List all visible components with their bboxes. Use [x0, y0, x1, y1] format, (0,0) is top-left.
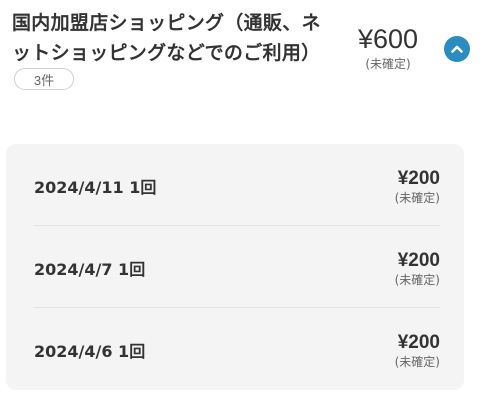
total-status: (未確定): [365, 57, 411, 71]
usage-date: 2024/4/11 1回: [34, 178, 157, 197]
category-header[interactable]: 国内加盟店ショッピング（通販、ネットショッピングなどでのご利用） 3件 ¥600…: [12, 8, 472, 98]
page: 国内加盟店ショッピング（通販、ネットショッピングなどでのご利用） 3件 ¥600…: [0, 0, 485, 400]
detail-list: 2024/4/11 1回 ¥200 (未確定) 2024/4/7 1回 ¥200…: [6, 144, 464, 390]
usage-date: 2024/4/7 1回: [34, 260, 146, 279]
usage-amount-block: ¥200 (未確定): [395, 250, 440, 288]
usage-status: (未確定): [394, 273, 440, 287]
usage-amount: ¥200: [397, 168, 440, 189]
list-item[interactable]: 2024/4/7 1回 ¥200 (未確定): [34, 226, 440, 308]
category-title: 国内加盟店ショッピング（通販、ネットショッピングなどでのご利用）: [12, 12, 321, 64]
usage-amount-block: ¥200 (未確定): [395, 168, 440, 206]
total-amount: ¥600: [357, 24, 419, 54]
list-item[interactable]: 2024/4/6 1回 ¥200 (未確定): [34, 308, 440, 390]
usage-amount: ¥200: [397, 250, 440, 271]
chevron-up-icon: [451, 45, 463, 53]
list-item[interactable]: 2024/4/11 1回 ¥200 (未確定): [34, 144, 440, 226]
category-total: ¥600 (未確定): [348, 22, 428, 72]
usage-date: 2024/4/6 1回: [34, 342, 146, 361]
usage-amount: ¥200: [397, 332, 440, 353]
usage-status: (未確定): [394, 191, 440, 205]
usage-status: (未確定): [394, 355, 440, 369]
usage-amount-block: ¥200 (未確定): [395, 332, 440, 370]
collapse-toggle-button[interactable]: [444, 36, 470, 62]
count-badge: 3件: [14, 68, 74, 90]
